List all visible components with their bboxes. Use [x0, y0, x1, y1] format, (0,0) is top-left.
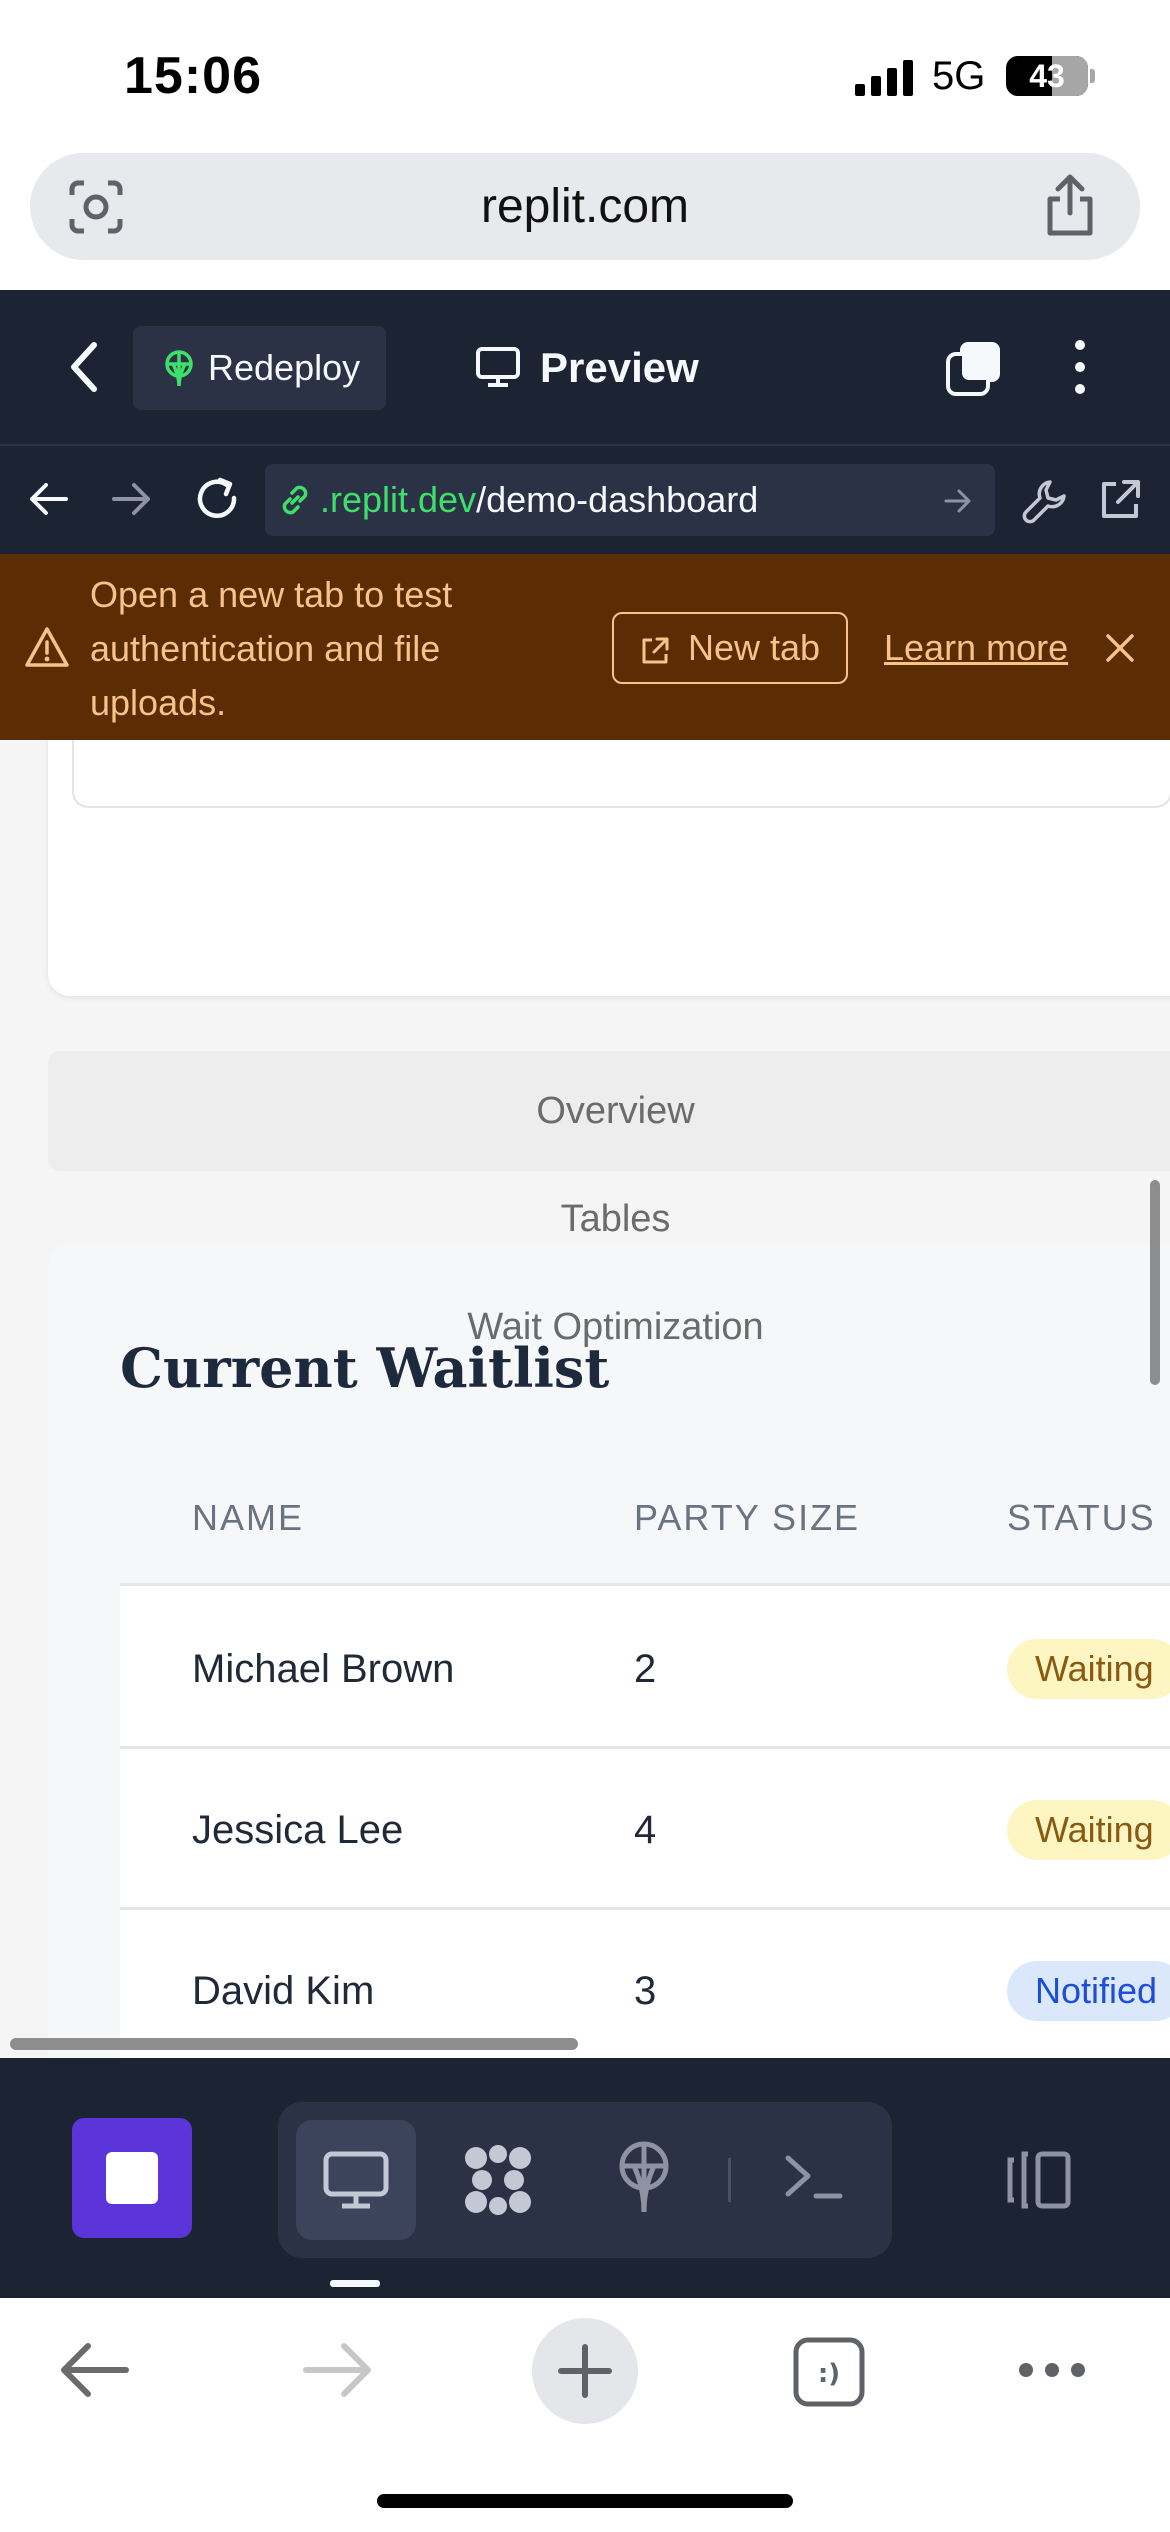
- active-tool-indicator: [330, 2280, 380, 2287]
- tool-divider: [728, 2158, 731, 2202]
- replit-bottom-toolbar: [0, 2058, 1170, 2298]
- clock: 15:06: [124, 47, 262, 105]
- back-chevron-icon[interactable]: [60, 335, 110, 399]
- table-row[interactable]: Jessica Lee 4 Waiting: [120, 1750, 1170, 1910]
- svg-text::): :): [818, 2359, 840, 2389]
- stop-button[interactable]: [72, 2118, 192, 2238]
- preview-url[interactable]: .replit.dev/demo-dashboard: [320, 464, 758, 536]
- status-badge: Notified: [1007, 1961, 1170, 2021]
- go-arrow-icon[interactable]: [943, 486, 973, 516]
- forward-arrow-icon[interactable]: [302, 2340, 374, 2400]
- tabs-icon[interactable]: [942, 338, 1006, 398]
- agent-icon[interactable]: [460, 2142, 536, 2218]
- redeploy-label: Redeploy: [208, 347, 361, 388]
- monitor-icon: [476, 347, 520, 387]
- table-row[interactable]: David Kim 3 Notified: [120, 1911, 1170, 2058]
- waitlist-table: NAME PARTY SIZE STATUS Michael Brown 2 W…: [120, 1450, 1170, 2058]
- column-header-status[interactable]: STATUS: [1007, 1450, 1156, 1586]
- tab-tables[interactable]: Tables: [48, 1198, 1170, 1241]
- browser-bottom-bar: :): [0, 2298, 1170, 2532]
- monitor-icon: [323, 2151, 389, 2209]
- preview-address-bar[interactable]: .replit.dev/demo-dashboard: [265, 464, 995, 536]
- status-badge: Waiting: [1007, 1639, 1170, 1699]
- reload-icon[interactable]: [192, 474, 242, 524]
- auth-warning-banner: Open a new tab to test authentication an…: [0, 554, 1170, 740]
- warning-icon: [25, 627, 69, 667]
- arrow-right-icon[interactable]: [110, 477, 154, 521]
- redeploy-button[interactable]: Redeploy: [133, 326, 386, 410]
- guest-name: Michael Brown: [192, 1647, 455, 1691]
- app-content: Overview Tables Wait Optimization Curren…: [0, 740, 1170, 2058]
- preview-toolbar: .replit.dev/demo-dashboard: [0, 444, 1170, 554]
- column-header-party-size[interactable]: PARTY SIZE: [634, 1450, 860, 1586]
- deploy-icon[interactable]: [614, 2140, 674, 2214]
- banner-message: Open a new tab to test authentication an…: [90, 574, 453, 723]
- external-link-icon: [642, 637, 669, 664]
- browser-url[interactable]: replit.com: [30, 153, 1140, 260]
- close-icon[interactable]: [1102, 630, 1138, 666]
- party-size: 3: [634, 1969, 657, 2013]
- link-icon: [282, 485, 308, 515]
- waitlist-title: Current Waitlist: [120, 1336, 610, 1400]
- signal-icon: [855, 60, 913, 96]
- tabs-icon[interactable]: :): [792, 2336, 866, 2408]
- table-header: NAME PARTY SIZE STATUS: [120, 1450, 1170, 1586]
- tool-preview-button[interactable]: [296, 2120, 416, 2240]
- deploy-icon: [165, 350, 193, 387]
- preview-label: Preview: [540, 344, 699, 391]
- more-vertical-icon[interactable]: [1060, 335, 1100, 399]
- layout-toggle-icon[interactable]: [1002, 2150, 1074, 2210]
- share-icon[interactable]: [1040, 173, 1100, 239]
- new-tab-button[interactable]: New tab: [612, 612, 848, 684]
- plus-icon: [558, 2344, 612, 2398]
- arrow-left-icon[interactable]: [26, 477, 70, 521]
- horizontal-scrollbar[interactable]: [10, 2038, 578, 2050]
- guest-name: David Kim: [192, 1969, 375, 2013]
- tab-overview[interactable]: Overview: [48, 1090, 1170, 1133]
- party-size: 4: [634, 1808, 657, 1852]
- browser-address-bar[interactable]: replit.com: [30, 153, 1140, 260]
- status-badge: Waiting: [1007, 1800, 1170, 1860]
- network-type: 5G: [932, 54, 986, 98]
- party-size: 2: [634, 1647, 657, 1691]
- replit-header: Redeploy Preview: [0, 290, 1170, 444]
- home-indicator: [377, 2494, 793, 2508]
- battery-icon: 43: [1006, 56, 1088, 96]
- external-link-icon[interactable]: [1096, 476, 1144, 524]
- preview-url-domain: .replit.dev: [320, 479, 477, 520]
- status-bar: 15:06 5G 43: [0, 0, 1170, 150]
- more-horizontal-icon[interactable]: [1016, 2358, 1088, 2382]
- wrench-icon[interactable]: [1020, 476, 1070, 526]
- learn-more-link[interactable]: Learn more: [884, 612, 1068, 684]
- inner-card: [72, 740, 1170, 808]
- table-row[interactable]: Michael Brown 2 Waiting: [120, 1589, 1170, 1749]
- stop-icon: [106, 2152, 158, 2204]
- vertical-scrollbar[interactable]: [1150, 1180, 1160, 1385]
- terminal-icon[interactable]: [784, 2152, 844, 2202]
- battery-level: 43: [1029, 58, 1065, 94]
- new-tab-circle-button[interactable]: [532, 2318, 638, 2424]
- column-header-name[interactable]: NAME: [192, 1450, 304, 1586]
- battery-cap: [1090, 69, 1095, 83]
- new-tab-label: New tab: [688, 627, 821, 668]
- guest-name: Jessica Lee: [192, 1808, 404, 1852]
- preview-url-path: /demo-dashboard: [476, 479, 759, 520]
- back-arrow-icon[interactable]: [58, 2340, 130, 2400]
